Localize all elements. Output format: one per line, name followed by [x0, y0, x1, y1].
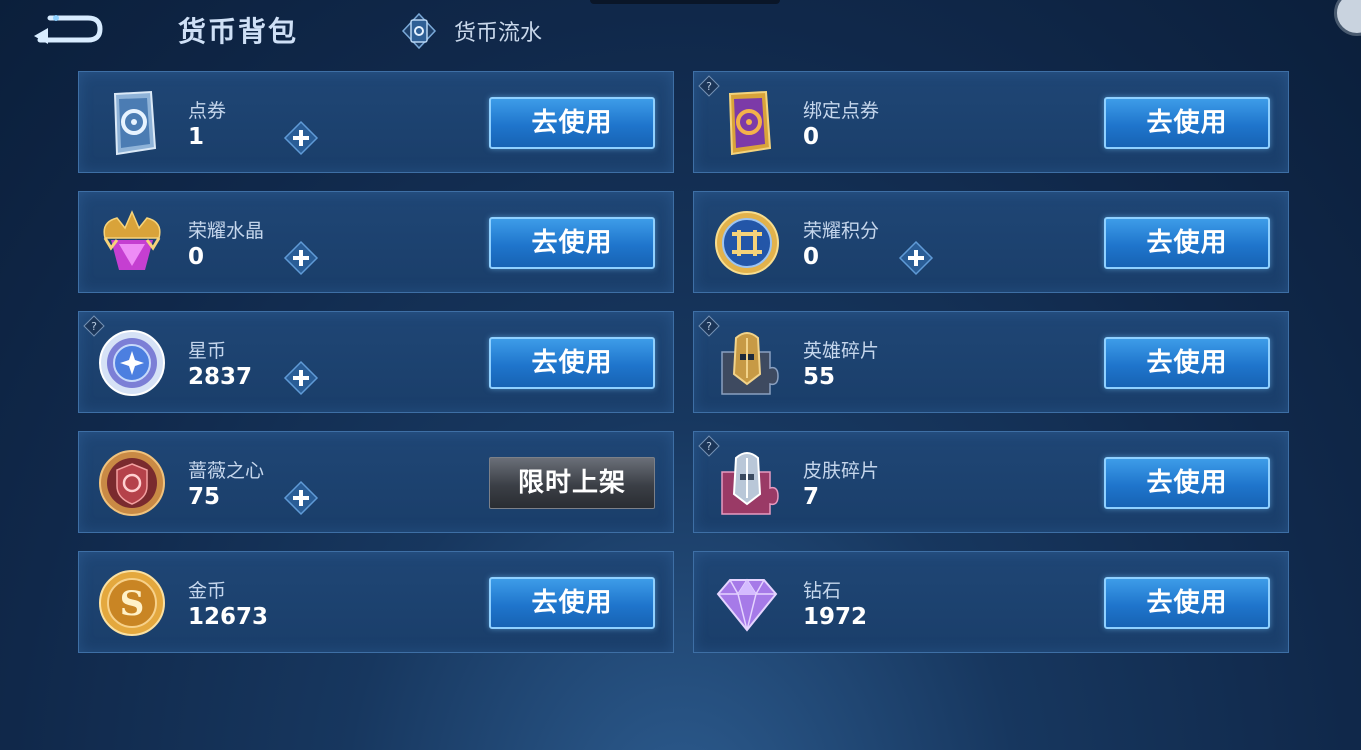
currency-name: 荣耀水晶 [188, 220, 265, 242]
currency-name: 荣耀积分 [803, 220, 880, 242]
star-coin-icon [99, 330, 165, 396]
currency-card-skin-fragment: ? 皮肤碎片 7 去使用 [693, 431, 1289, 533]
currency-flow-link[interactable]: 货币流水 [400, 12, 542, 50]
currency-name: 皮肤碎片 [803, 460, 880, 482]
currency-amount: 0 [803, 244, 820, 270]
coupon-icon [113, 90, 157, 156]
currency-amount: 12673 [188, 604, 269, 630]
currency-name: 钻石 [803, 580, 842, 602]
currency-card-rose-heart: 蔷薇之心 75 限时上架 [78, 431, 674, 533]
hero-fragment-icon [721, 332, 779, 395]
currency-card-coupon: 点券 1 去使用 [78, 71, 674, 173]
currency-flow-icon [401, 12, 437, 50]
use-button[interactable]: 去使用 [489, 97, 655, 149]
currency-amount: 55 [803, 364, 836, 390]
back-button[interactable] [30, 10, 104, 48]
currency-amount: 0 [803, 124, 820, 150]
use-button[interactable]: 去使用 [489, 577, 655, 629]
plus-icon[interactable] [283, 480, 319, 516]
use-button[interactable]: 去使用 [1104, 337, 1270, 389]
use-button[interactable]: 去使用 [1104, 217, 1270, 269]
plus-icon[interactable] [283, 360, 319, 396]
diamond-icon [716, 578, 778, 632]
currency-name: 英雄碎片 [803, 340, 880, 362]
currency-card-diamond: 钻石 1972 去使用 [693, 551, 1289, 653]
currency-amount: 1972 [803, 604, 868, 630]
bound-coupon-icon [728, 90, 772, 156]
page-title: 货币背包 [178, 15, 299, 48]
currency-card-gold-coin: S 金币 12673 去使用 [78, 551, 674, 653]
use-button[interactable]: 去使用 [489, 337, 655, 389]
currency-name: 点券 [188, 100, 227, 122]
currency-card-glory-points: 荣耀积分 0 去使用 [693, 191, 1289, 293]
currency-name: 绑定点券 [803, 100, 880, 122]
currency-name: 金币 [188, 580, 227, 602]
currency-amount: 0 [188, 244, 205, 270]
currency-name: 蔷薇之心 [188, 460, 265, 482]
use-button[interactable]: 去使用 [1104, 577, 1270, 629]
currency-flow-label: 货币流水 [454, 21, 543, 46]
svg-text:S: S [120, 584, 145, 624]
skin-fragment-icon [721, 452, 779, 515]
currency-card-star-coin: ? 星币 2837 去使用 [78, 311, 674, 413]
gold-coin-icon: S [99, 570, 165, 636]
use-button[interactable]: 去使用 [489, 217, 655, 269]
currency-amount: 1 [188, 124, 205, 150]
use-button[interactable]: 去使用 [1104, 97, 1270, 149]
currency-amount: 7 [803, 484, 820, 510]
currency-card-bound-coupon: ? 绑定点券 0 去使用 [693, 71, 1289, 173]
settings-gear-icon[interactable] [1334, 0, 1361, 36]
plus-icon[interactable] [898, 240, 934, 276]
top-bar: 货币背包 货币流水 [0, 0, 1361, 60]
currency-name: 星币 [188, 340, 227, 362]
plus-icon[interactable] [283, 120, 319, 156]
rose-heart-icon [99, 450, 165, 516]
back-arrow-icon [34, 15, 103, 44]
plus-icon[interactable] [283, 240, 319, 276]
use-button[interactable]: 去使用 [1104, 457, 1270, 509]
top-notch [590, 0, 780, 4]
glory-crystal-icon [103, 210, 161, 270]
currency-card-glory-crystal: 荣耀水晶 0 去使用 [78, 191, 674, 293]
glory-points-icon [715, 211, 779, 275]
currency-card-hero-fragment: ? 英雄碎片 55 去使用 [693, 311, 1289, 413]
limited-time-button[interactable]: 限时上架 [489, 457, 655, 509]
currency-amount: 2837 [188, 364, 253, 390]
currency-amount: 75 [188, 484, 221, 510]
